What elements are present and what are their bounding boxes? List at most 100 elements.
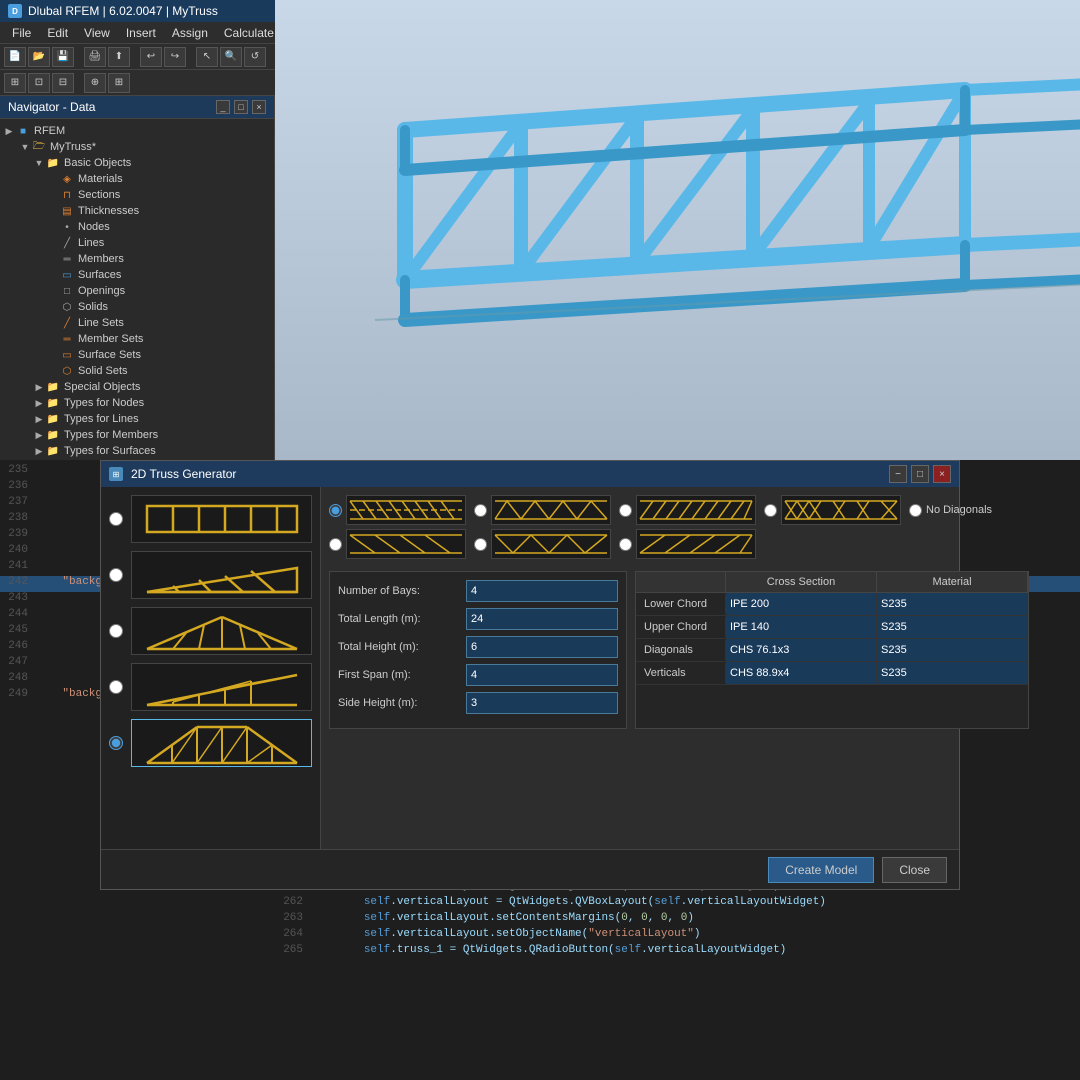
pattern-radio-8[interactable]: [619, 538, 632, 551]
truss-option-3[interactable]: [109, 607, 312, 655]
nav-thicknesses[interactable]: ▤ Thicknesses: [0, 203, 274, 219]
tb2-snap[interactable]: ⊕: [84, 73, 106, 93]
upper-chord-section[interactable]: [726, 616, 877, 638]
nav-members[interactable]: ═ Members: [0, 251, 274, 267]
nav-types-surfaces[interactable]: ▶ 📁 Types for Surfaces: [0, 443, 274, 459]
nav-basic-objects[interactable]: ▼ 📁 Basic Objects: [0, 155, 274, 171]
pattern-opt-1[interactable]: [329, 495, 466, 525]
tb-new[interactable]: 📄: [4, 47, 26, 67]
nav-surfacesets[interactable]: ▭ Surface Sets: [0, 347, 274, 363]
truss-generator-dialog[interactable]: ⊞ 2D Truss Generator − □ ×: [100, 460, 960, 890]
pattern-radio-5[interactable]: [909, 504, 922, 517]
nav-linesets[interactable]: ╱ Line Sets: [0, 315, 274, 331]
lower-chord-section[interactable]: [726, 593, 877, 615]
truss-radio-5[interactable]: [109, 736, 123, 750]
nav-maximize[interactable]: □: [234, 100, 248, 114]
nav-types-nodes[interactable]: ▶ 📁 Types for Nodes: [0, 395, 274, 411]
lower-chord-material[interactable]: [877, 593, 1028, 615]
create-model-button[interactable]: Create Model: [768, 857, 874, 883]
truss-option-1[interactable]: [109, 495, 312, 543]
nav-membersets[interactable]: ═ Member Sets: [0, 331, 274, 347]
tb-rotate[interactable]: ↺: [244, 47, 266, 67]
tb2-view2[interactable]: ⊡: [28, 73, 50, 93]
tb-print[interactable]: 🖨: [84, 47, 106, 67]
nav-nodes[interactable]: • Nodes: [0, 219, 274, 235]
types-surfaces-icon: 📁: [46, 444, 60, 458]
length-input[interactable]: [466, 608, 618, 630]
pattern-radio-1[interactable]: [329, 504, 342, 517]
tb-undo[interactable]: ↩: [140, 47, 162, 67]
height-input[interactable]: [466, 636, 618, 658]
tb-select[interactable]: ↖: [196, 47, 218, 67]
nav-materials[interactable]: ◈ Materials: [0, 171, 274, 187]
truss-radio-2[interactable]: [109, 568, 123, 582]
pattern-radio-6[interactable]: [329, 538, 342, 551]
truss-img-2: [131, 551, 312, 599]
cs-row-verticals: Verticals: [636, 662, 1028, 685]
pattern-radio-3[interactable]: [619, 504, 632, 517]
nav-sections[interactable]: ⊓ Sections: [0, 187, 274, 203]
pattern-opt-7[interactable]: [474, 529, 611, 559]
pattern-radio-2[interactable]: [474, 504, 487, 517]
close-button[interactable]: Close: [882, 857, 947, 883]
cs-col-material: Material: [877, 572, 1028, 592]
form-row-firstspan: First Span (m):: [338, 664, 618, 686]
nav-openings[interactable]: □ Openings: [0, 283, 274, 299]
tb2-view3[interactable]: ⊟: [52, 73, 74, 93]
tb-open[interactable]: 📂: [28, 47, 50, 67]
nav-types-lines[interactable]: ▶ 📁 Types for Lines: [0, 411, 274, 427]
nav-surfaces[interactable]: ▭ Surfaces: [0, 267, 274, 283]
pattern-opt-4[interactable]: [764, 495, 901, 525]
pattern-opt-6[interactable]: [329, 529, 466, 559]
bays-input[interactable]: [466, 580, 618, 602]
menu-file[interactable]: File: [4, 24, 39, 42]
pattern-radio-7[interactable]: [474, 538, 487, 551]
cs-row-diagonals: Diagonals: [636, 639, 1028, 662]
truss-option-4[interactable]: [109, 663, 312, 711]
nav-solids[interactable]: ⬡ Solids: [0, 299, 274, 315]
nav-rfem[interactable]: ▶ ■ RFEM: [0, 123, 274, 139]
verticals-section[interactable]: [726, 662, 877, 684]
menu-assign[interactable]: Assign: [164, 24, 216, 42]
viewport[interactable]: [275, 0, 1080, 460]
nav-thicknesses-label: Thicknesses: [78, 205, 139, 217]
dialog-maximize[interactable]: □: [911, 465, 929, 483]
tb2-grid[interactable]: ⊞: [108, 73, 130, 93]
special-objects-icon: 📁: [46, 380, 60, 394]
tb-export[interactable]: ⬆: [108, 47, 130, 67]
truss-option-5[interactable]: [109, 719, 312, 767]
truss-radio-4[interactable]: [109, 680, 123, 694]
cs-col-empty: [636, 572, 726, 592]
dialog-minimize[interactable]: −: [889, 465, 907, 483]
truss-radio-1[interactable]: [109, 512, 123, 526]
verticals-material[interactable]: [877, 662, 1028, 684]
menu-view[interactable]: View: [76, 24, 118, 42]
nav-mytruss[interactable]: ▼ 🗁 MyTruss*: [0, 139, 274, 155]
tb-zoom[interactable]: 🔍: [220, 47, 242, 67]
pattern-opt-8[interactable]: [619, 529, 756, 559]
truss-radio-3[interactable]: [109, 624, 123, 638]
nav-types-members[interactable]: ▶ 📁 Types for Members: [0, 427, 274, 443]
dialog-close[interactable]: ×: [933, 465, 951, 483]
upper-chord-material[interactable]: [877, 616, 1028, 638]
nav-solidsets[interactable]: ⬡ Solid Sets: [0, 363, 274, 379]
pattern-opt-3[interactable]: [619, 495, 756, 525]
truss-option-2[interactable]: [109, 551, 312, 599]
pattern-radio-4[interactable]: [764, 504, 777, 517]
menu-insert[interactable]: Insert: [118, 24, 164, 42]
nav-minimize[interactable]: _: [216, 100, 230, 114]
pattern-opt-5[interactable]: No Diagonals: [909, 504, 992, 517]
diagonals-section[interactable]: [726, 639, 877, 661]
pattern-opt-2[interactable]: [474, 495, 611, 525]
firstspan-input[interactable]: [466, 664, 618, 686]
tb2-view1[interactable]: ⊞: [4, 73, 26, 93]
sideheight-input[interactable]: [466, 692, 618, 714]
tb-redo[interactable]: ↪: [164, 47, 186, 67]
nav-special-objects[interactable]: ▶ 📁 Special Objects: [0, 379, 274, 395]
menu-calculate[interactable]: Calculate: [216, 24, 282, 42]
nav-lines[interactable]: ╱ Lines: [0, 235, 274, 251]
tb-save[interactable]: 💾: [52, 47, 74, 67]
nav-close[interactable]: ×: [252, 100, 266, 114]
diagonals-material[interactable]: [877, 639, 1028, 661]
menu-edit[interactable]: Edit: [39, 24, 76, 42]
